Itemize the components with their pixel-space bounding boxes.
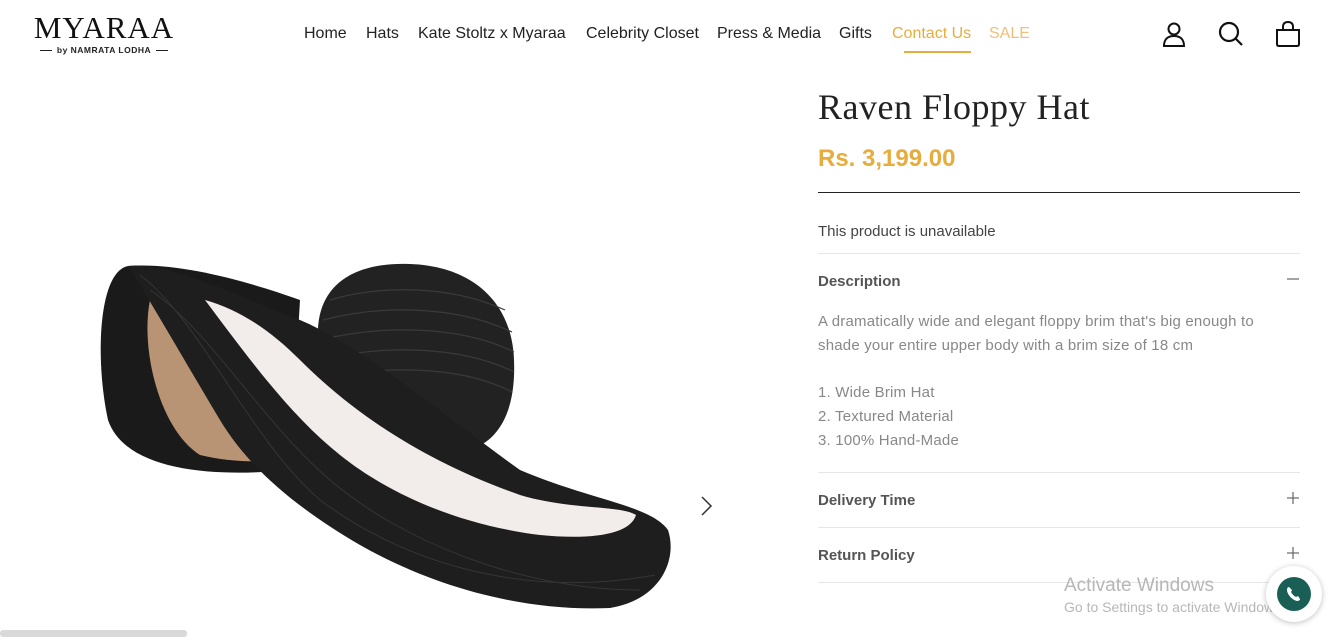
plus-icon <box>1286 491 1300 505</box>
brand-logo[interactable]: MYARAA by NAMRATA LODHA <box>31 12 177 58</box>
account-icon[interactable] <box>1160 20 1188 48</box>
accordion-return-policy[interactable]: Return Policy <box>818 547 1300 573</box>
divider <box>818 472 1300 473</box>
divider <box>818 253 1300 254</box>
windows-activation-watermark: Activate Windows Go to Settings to activ… <box>1064 575 1285 615</box>
nav-item-hats[interactable]: Hats <box>366 25 399 47</box>
cart-bag-icon[interactable] <box>1274 20 1302 48</box>
nav-label: Hats <box>366 25 399 42</box>
description-text: A dramatically wide and elegant floppy b… <box>818 313 1254 354</box>
nav-item-press-media[interactable]: Press & Media <box>717 25 821 47</box>
minus-icon <box>1286 272 1300 286</box>
watermark-line2: Go to Settings to activate Windows. <box>1064 599 1285 615</box>
nav-label: SALE <box>989 25 1030 42</box>
product-price: Rs. 3,199.00 <box>818 145 956 172</box>
accordion-title: Return Policy <box>818 547 915 564</box>
plus-icon <box>1286 546 1300 560</box>
nav-label: Gifts <box>839 25 872 42</box>
feature-item: 1. Wide Brim Hat <box>818 384 935 401</box>
nav-item-contact-us[interactable]: Contact Us <box>892 25 972 53</box>
gallery-scrollbar[interactable] <box>0 630 187 637</box>
nav-label: Celebrity Closet <box>586 25 699 42</box>
whatsapp-icon <box>1277 577 1311 611</box>
nav-label: Kate Stoltz x Myaraa <box>418 25 566 42</box>
nav-item-kate-stoltz[interactable]: Kate Stoltz x Myaraa <box>418 25 566 47</box>
feature-item: 2. Textured Material <box>818 408 954 425</box>
nav-item-gifts[interactable]: Gifts <box>839 25 872 47</box>
product-title: Raven Floppy Hat <box>818 87 1090 127</box>
gallery-next-button[interactable] <box>697 494 717 518</box>
description-features: 1. Wide Brim Hat 2. Textured Material 3.… <box>818 381 959 453</box>
brand-name: MYARAA <box>33 10 175 45</box>
nav-label: Press & Media <box>717 25 822 42</box>
divider <box>818 192 1300 193</box>
chevron-right-icon <box>701 496 713 516</box>
nav-item-celebrity-closet[interactable]: Celebrity Closet <box>586 25 699 47</box>
search-icon[interactable] <box>1217 20 1245 48</box>
accordion-description[interactable]: Description <box>818 273 1300 299</box>
nav-label: Home <box>304 25 347 42</box>
accordion-title: Description <box>818 273 901 290</box>
accordion-title: Delivery Time <box>818 492 916 509</box>
divider <box>818 527 1300 528</box>
availability-status: This product is unavailable <box>818 223 996 240</box>
nav-item-sale[interactable]: SALE <box>989 25 1030 47</box>
watermark-line1: Activate Windows <box>1064 575 1214 596</box>
nav-item-home[interactable]: Home <box>304 25 347 47</box>
feature-item: 3. 100% Hand-Made <box>818 432 959 449</box>
brand-tagline: by NAMRATA LODHA <box>31 45 177 55</box>
product-image-hat <box>100 263 671 609</box>
product-gallery <box>0 70 760 637</box>
accordion-delivery-time[interactable]: Delivery Time <box>818 492 1300 518</box>
nav-label: Contact Us <box>892 25 972 42</box>
whatsapp-chat-button[interactable] <box>1266 566 1322 622</box>
